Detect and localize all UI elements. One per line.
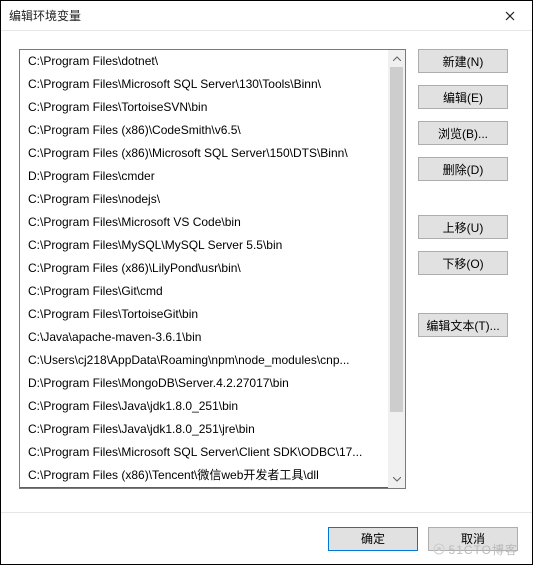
chevron-down-icon	[393, 477, 401, 482]
list-item[interactable]: C:\Program Files\MySQL\MySQL Server 5.5\…	[20, 234, 405, 257]
close-icon	[505, 11, 515, 21]
listbox-wrap: C:\Program Files\dotnet\C:\Program Files…	[19, 49, 406, 489]
edit-text-button[interactable]: 编辑文本(T)...	[418, 313, 508, 337]
list-item[interactable]: C:\Program Files\Java\jdk1.8.0_251\bin	[20, 395, 405, 418]
ok-button[interactable]: 确定	[328, 527, 418, 551]
scroll-thumb[interactable]	[390, 67, 403, 412]
list-item[interactable]: C:\Program Files\Microsoft VS Code\bin	[20, 211, 405, 234]
list-item[interactable]: D:\Program Files\MongoDB\Server.4.2.2701…	[20, 372, 405, 395]
footer: 确定 取消	[1, 512, 532, 564]
close-button[interactable]	[488, 1, 532, 31]
list-item[interactable]: C:\Program Files (x86)\CodeSmith\v6.5\	[20, 119, 405, 142]
scroll-up-button[interactable]	[388, 50, 405, 67]
scroll-down-button[interactable]	[388, 471, 405, 488]
list-item[interactable]: C:\Program Files (x86)\LilyPond\usr\bin\	[20, 257, 405, 280]
list-item[interactable]: C:\Program Files (x86)\Microsoft SQL Ser…	[20, 142, 405, 165]
list-item[interactable]: C:\Java\apache-maven-3.6.1\bin	[20, 326, 405, 349]
list-item[interactable]: C:\Program Files\nodejs\	[20, 188, 405, 211]
list-item[interactable]: C:\Program Files\TortoiseSVN\bin	[20, 96, 405, 119]
side-buttons: 新建(N) 编辑(E) 浏览(B)... 删除(D) 上移(U) 下移(O) 编…	[418, 49, 518, 489]
scrollbar[interactable]	[388, 50, 405, 488]
move-down-button[interactable]: 下移(O)	[418, 251, 508, 275]
window-title: 编辑环境变量	[9, 7, 488, 24]
list-item[interactable]: C:\Users\cj218\AppData\Roaming\npm\node_…	[20, 349, 405, 372]
list-item[interactable]: C:\Program Files\Git\cmd	[20, 280, 405, 303]
path-listbox[interactable]: C:\Program Files\dotnet\C:\Program Files…	[19, 49, 406, 489]
list-item[interactable]: D:\Program Files\cmder	[20, 165, 405, 188]
list-item[interactable]: C:\Program Files\dotnet\	[20, 50, 405, 73]
client-area: C:\Program Files\dotnet\C:\Program Files…	[1, 31, 532, 489]
list-item[interactable]: C:\Program Files\Microsoft SQL Server\Cl…	[20, 441, 405, 464]
list-item[interactable]: C:\Program Files\7-Zip	[20, 487, 405, 488]
browse-button[interactable]: 浏览(B)...	[418, 121, 508, 145]
list-item[interactable]: C:\Program Files\Java\jdk1.8.0_251\jre\b…	[20, 418, 405, 441]
delete-button[interactable]: 删除(D)	[418, 157, 508, 181]
new-button[interactable]: 新建(N)	[418, 49, 508, 73]
chevron-up-icon	[393, 56, 401, 61]
move-up-button[interactable]: 上移(U)	[418, 215, 508, 239]
edit-button[interactable]: 编辑(E)	[418, 85, 508, 109]
cancel-button[interactable]: 取消	[428, 527, 518, 551]
list-item[interactable]: C:\Program Files\TortoiseGit\bin	[20, 303, 405, 326]
scroll-track[interactable]	[388, 67, 405, 471]
titlebar: 编辑环境变量	[1, 1, 532, 31]
list-item[interactable]: C:\Program Files\Microsoft SQL Server\13…	[20, 73, 405, 96]
list-item[interactable]: C:\Program Files (x86)\Tencent\微信web开发者工…	[20, 464, 405, 487]
